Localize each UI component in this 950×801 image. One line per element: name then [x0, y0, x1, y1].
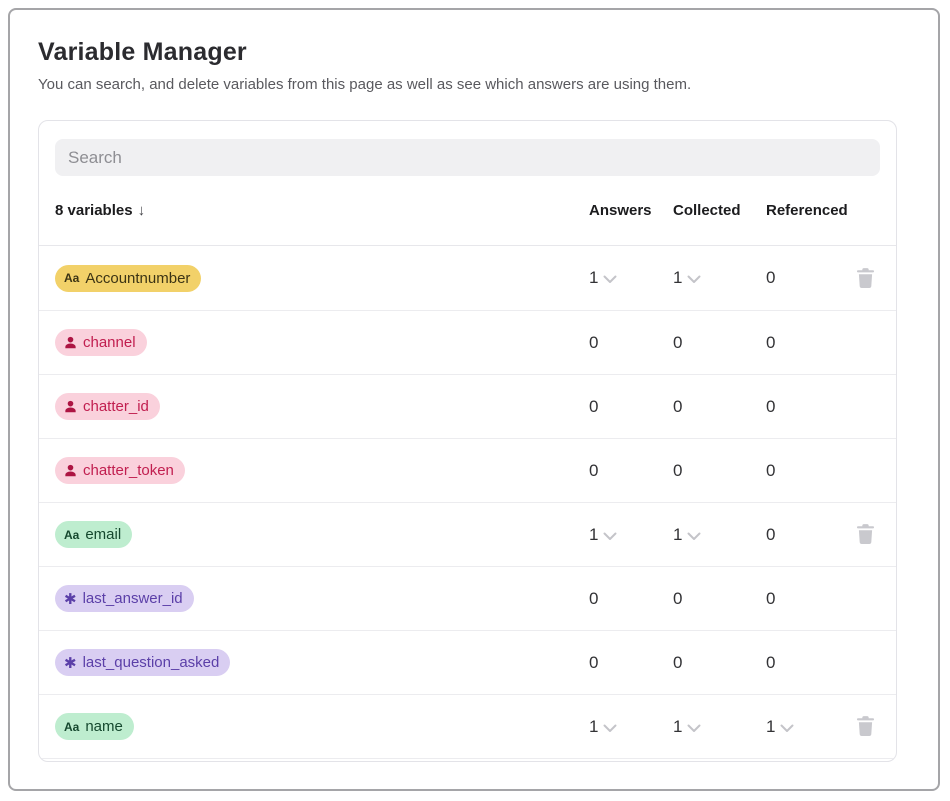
- text-type-icon: Aa: [64, 271, 79, 285]
- variables-count: 8 variables ↓: [55, 202, 589, 219]
- table-row: Aa ✱ last_question_asked 0 0 0: [39, 630, 896, 694]
- referenced-count: 0: [766, 461, 851, 481]
- table-row: Aa ✱ chatter_id 0 0 0: [39, 374, 896, 438]
- trash-icon: [856, 268, 875, 289]
- table-row: Aa ✱ email 1 1 0: [39, 502, 896, 566]
- chevron-down-icon: [603, 532, 617, 541]
- page-subtitle: You can search, and delete variables fro…: [38, 76, 938, 93]
- answers-count: 1: [589, 717, 598, 737]
- chevron-down-icon: [687, 532, 701, 541]
- collected-count-dropdown[interactable]: 1: [673, 717, 766, 737]
- delete-variable-button[interactable]: [851, 268, 880, 289]
- collected-count: 0: [673, 589, 766, 609]
- collected-count-dropdown[interactable]: 1: [673, 525, 766, 545]
- answers-count: 1: [589, 525, 598, 545]
- variable-pill-accountnumber[interactable]: Aa ✱ Accountnumber: [55, 265, 201, 292]
- answers-count: 0: [589, 333, 673, 353]
- variable-name: chatter_token: [83, 462, 174, 479]
- variable-name: channel: [83, 334, 136, 351]
- column-header-collected: Collected: [673, 202, 766, 219]
- variable-pill-chatter-token[interactable]: Aa ✱ chatter_token: [55, 457, 185, 484]
- system-type-icon: ✱: [64, 590, 77, 608]
- partially-visible-row: [39, 758, 896, 762]
- variable-pill-name[interactable]: Aa ✱ name: [55, 713, 134, 740]
- column-header-referenced: Referenced: [766, 202, 851, 219]
- sort-descending-icon[interactable]: ↓: [138, 202, 146, 219]
- app-window: Variable Manager You can search, and del…: [8, 8, 940, 791]
- referenced-count: 0: [766, 525, 851, 545]
- collected-count-dropdown[interactable]: 1: [673, 268, 766, 288]
- collected-count: 0: [673, 397, 766, 417]
- collected-count: 0: [673, 333, 766, 353]
- variable-pill-last-answer-id[interactable]: Aa ✱ last_answer_id: [55, 585, 194, 612]
- answers-count: 1: [589, 268, 598, 288]
- answers-count: 0: [589, 397, 673, 417]
- table-row: Aa ✱ channel 0 0 0: [39, 310, 896, 374]
- chevron-down-icon: [603, 724, 617, 733]
- answers-count-dropdown[interactable]: 1: [589, 525, 673, 545]
- referenced-count: 1: [766, 717, 775, 737]
- variable-name: chatter_id: [83, 398, 149, 415]
- search-input[interactable]: [55, 139, 880, 176]
- variable-name: name: [85, 718, 123, 735]
- variable-name: email: [85, 526, 121, 543]
- variable-pill-last-question-asked[interactable]: Aa ✱ last_question_asked: [55, 649, 230, 676]
- variable-name: last_question_asked: [83, 654, 220, 671]
- user-type-icon: [64, 400, 77, 413]
- referenced-count: 0: [766, 589, 851, 609]
- variable-pill-email[interactable]: Aa ✱ email: [55, 521, 132, 548]
- table-row: Aa ✱ last_answer_id 0 0 0: [39, 566, 896, 630]
- variable-name: Accountnumber: [85, 270, 190, 287]
- text-type-icon: Aa: [64, 528, 79, 542]
- system-type-icon: ✱: [64, 654, 77, 672]
- collected-count: 1: [673, 268, 682, 288]
- text-type-icon: Aa: [64, 720, 79, 734]
- answers-count-dropdown[interactable]: 1: [589, 717, 673, 737]
- trash-icon: [856, 716, 875, 737]
- referenced-count-dropdown[interactable]: 1: [766, 717, 851, 737]
- delete-variable-button[interactable]: [851, 716, 880, 737]
- answers-count: 0: [589, 589, 673, 609]
- collected-count: 0: [673, 653, 766, 673]
- variable-pill-chatter-id[interactable]: Aa ✱ chatter_id: [55, 393, 160, 420]
- variable-name: last_answer_id: [83, 590, 183, 607]
- chevron-down-icon: [687, 275, 701, 284]
- table-row: Aa ✱ name 1 1 1: [39, 694, 896, 758]
- table-row: Aa ✱ Accountnumber 1 1 0: [39, 246, 896, 310]
- user-type-icon: [64, 336, 77, 349]
- variable-pill-channel[interactable]: Aa ✱ channel: [55, 329, 147, 356]
- variables-count-label: 8 variables: [55, 202, 133, 219]
- user-type-icon: [64, 464, 77, 477]
- column-header-answers: Answers: [589, 202, 673, 219]
- collected-count: 0: [673, 461, 766, 481]
- table-row: Aa ✱ chatter_token 0 0 0: [39, 438, 896, 502]
- chevron-down-icon: [687, 724, 701, 733]
- page-title: Variable Manager: [38, 38, 938, 67]
- collected-count: 1: [673, 525, 682, 545]
- referenced-count: 0: [766, 268, 851, 288]
- delete-variable-button[interactable]: [851, 524, 880, 545]
- answers-count: 0: [589, 461, 673, 481]
- variables-card: 8 variables ↓ Answers Collected Reference…: [38, 120, 897, 762]
- collected-count: 1: [673, 717, 682, 737]
- trash-icon: [856, 524, 875, 545]
- chevron-down-icon: [780, 724, 794, 733]
- chevron-down-icon: [603, 275, 617, 284]
- answers-count: 0: [589, 653, 673, 673]
- table-header: 8 variables ↓ Answers Collected Reference…: [39, 176, 896, 246]
- referenced-count: 0: [766, 653, 851, 673]
- referenced-count-value: 0: [766, 268, 775, 288]
- answers-count-dropdown[interactable]: 1: [589, 268, 673, 288]
- referenced-count: 0: [766, 397, 851, 417]
- referenced-count: 0: [766, 333, 851, 353]
